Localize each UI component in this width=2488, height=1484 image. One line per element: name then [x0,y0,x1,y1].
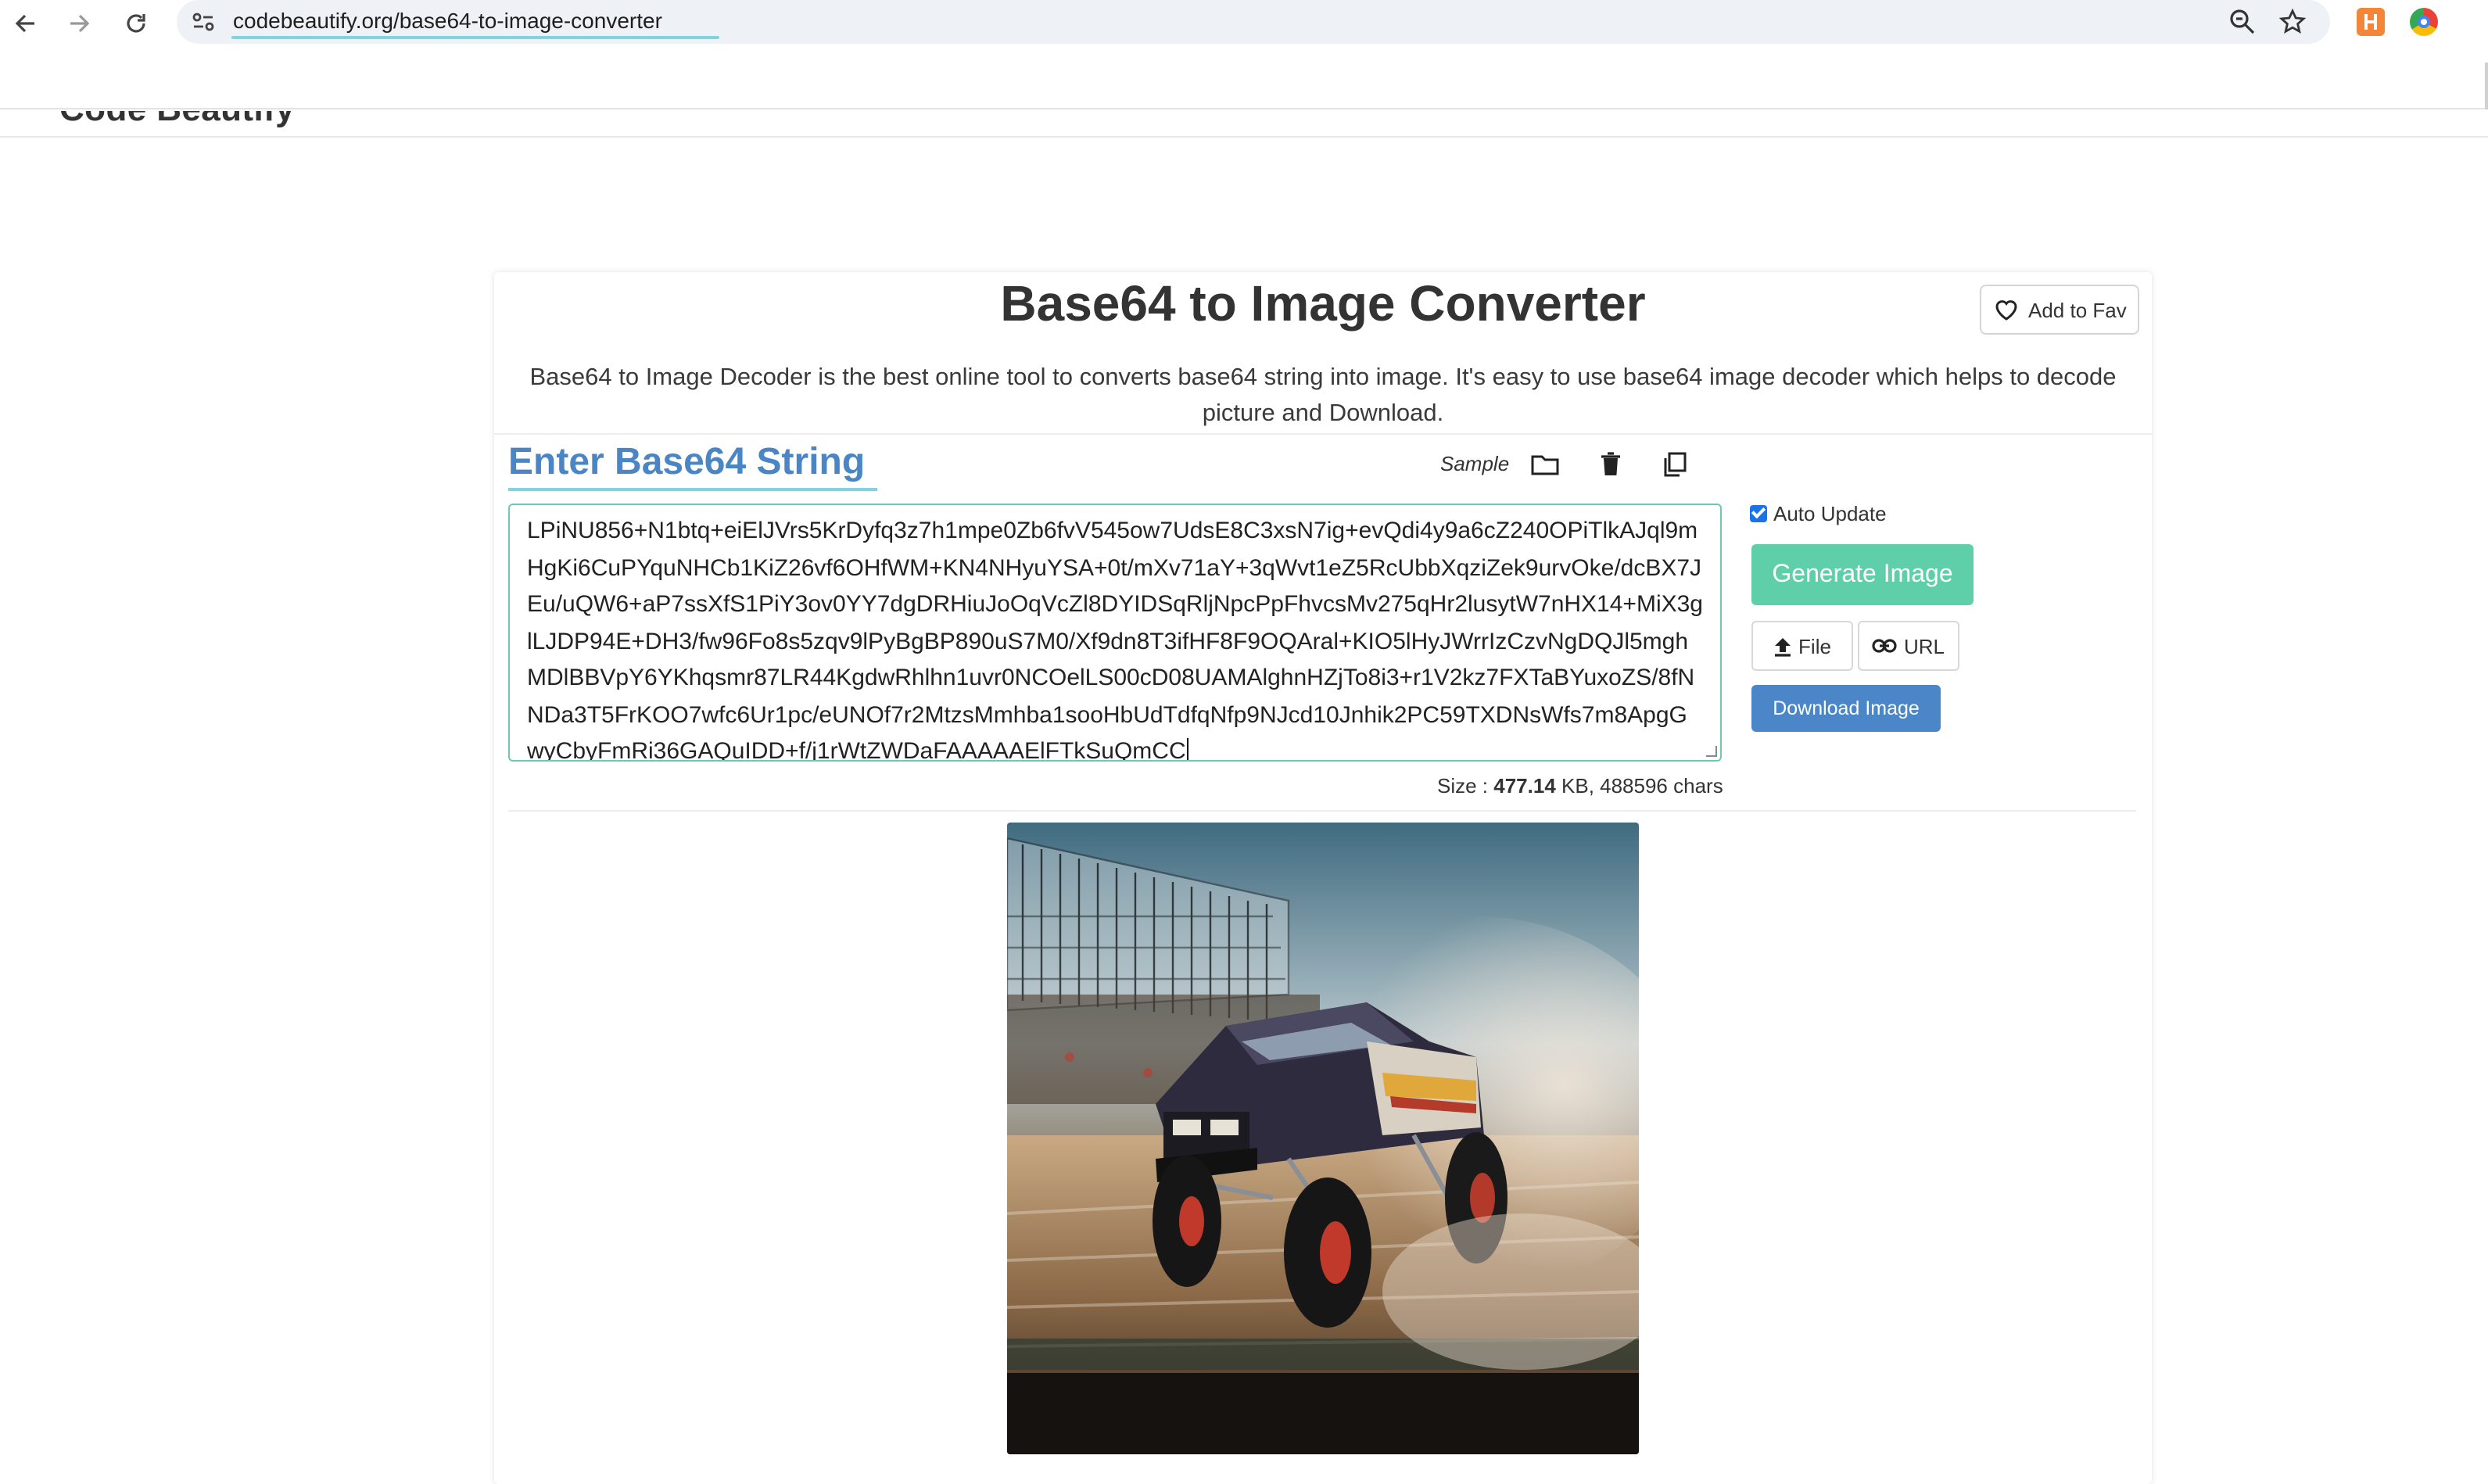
size-prefix: Size : [1437,774,1494,798]
download-image-button[interactable]: Download Image [1751,685,1941,732]
link-icon [1873,639,1898,653]
input-heading: Enter Base64 String [508,441,866,483]
resize-handle[interactable] [1706,746,1717,757]
base64-input[interactable]: LPiNU856+N1btq+eiElJVrs5KrDyfq3z7h1mpe0Z… [508,504,1722,762]
url-label: URL [1903,634,1945,658]
bookmark-star-icon[interactable] [2278,8,2307,36]
divider [508,810,2136,812]
reload-icon[interactable] [119,6,153,41]
size-suffix: KB, 488596 chars [1555,774,1723,798]
decoded-image-preview [1007,823,1639,1454]
extension-icon[interactable] [2357,8,2385,36]
window-edge [2485,63,2488,109]
screen: codebeautify.org/base64-to-image-convert… [0,0,2488,1484]
heart-icon [1995,300,2017,321]
text-cursor [1187,738,1189,760]
file-upload-button[interactable]: File [1751,621,1853,671]
page-description: Base64 to Image Decoder is the best onli… [529,364,2117,427]
auto-update-checkbox[interactable] [1750,505,1767,522]
sample-link[interactable]: Sample [1440,452,1509,475]
site-header: Code Beautify [0,111,2488,138]
divider [494,433,2152,435]
file-label: File [1798,634,1831,658]
back-arrow-icon[interactable] [8,6,42,41]
auto-update-label: Auto Update [1773,502,1887,525]
forward-arrow-icon[interactable] [63,6,97,41]
copy-icon[interactable] [1659,449,1690,480]
upload-icon [1775,637,1791,656]
auto-update-toggle[interactable]: Auto Update [1750,502,1887,525]
chrome-profile-icon[interactable] [2410,8,2438,36]
browser-toolbar: codebeautify.org/base64-to-image-convert… [0,0,2488,109]
size-value: 477.14 [1493,774,1556,798]
generate-image-button[interactable]: Generate Image [1751,544,1974,605]
monster-truck-image [1007,823,1639,1454]
open-folder-icon[interactable] [1529,449,1561,480]
page-title: Base64 to Image Converter [1000,275,1646,332]
converter-card: Base64 to Image Converter Add to Fav Bas… [494,272,2152,1484]
zoom-icon[interactable] [2228,8,2257,36]
site-settings-icon[interactable] [191,9,216,34]
size-readout: Size : 477.14 KB, 488596 chars [1437,774,1723,798]
site-logo[interactable]: Code Beautify [59,111,295,130]
url-load-button[interactable]: URL [1858,621,1959,671]
url-highlight [231,36,719,39]
heading-underline [508,488,877,491]
add-to-fav-label: Add to Fav [2028,298,2127,321]
delete-trash-icon[interactable] [1595,449,1626,480]
add-to-fav-button[interactable]: Add to Fav [1980,285,2139,335]
url-text[interactable]: codebeautify.org/base64-to-image-convert… [233,8,662,33]
base64-input-text: LPiNU856+N1btq+eiElJVrs5KrDyfq3z7h1mpe0Z… [527,518,1703,762]
